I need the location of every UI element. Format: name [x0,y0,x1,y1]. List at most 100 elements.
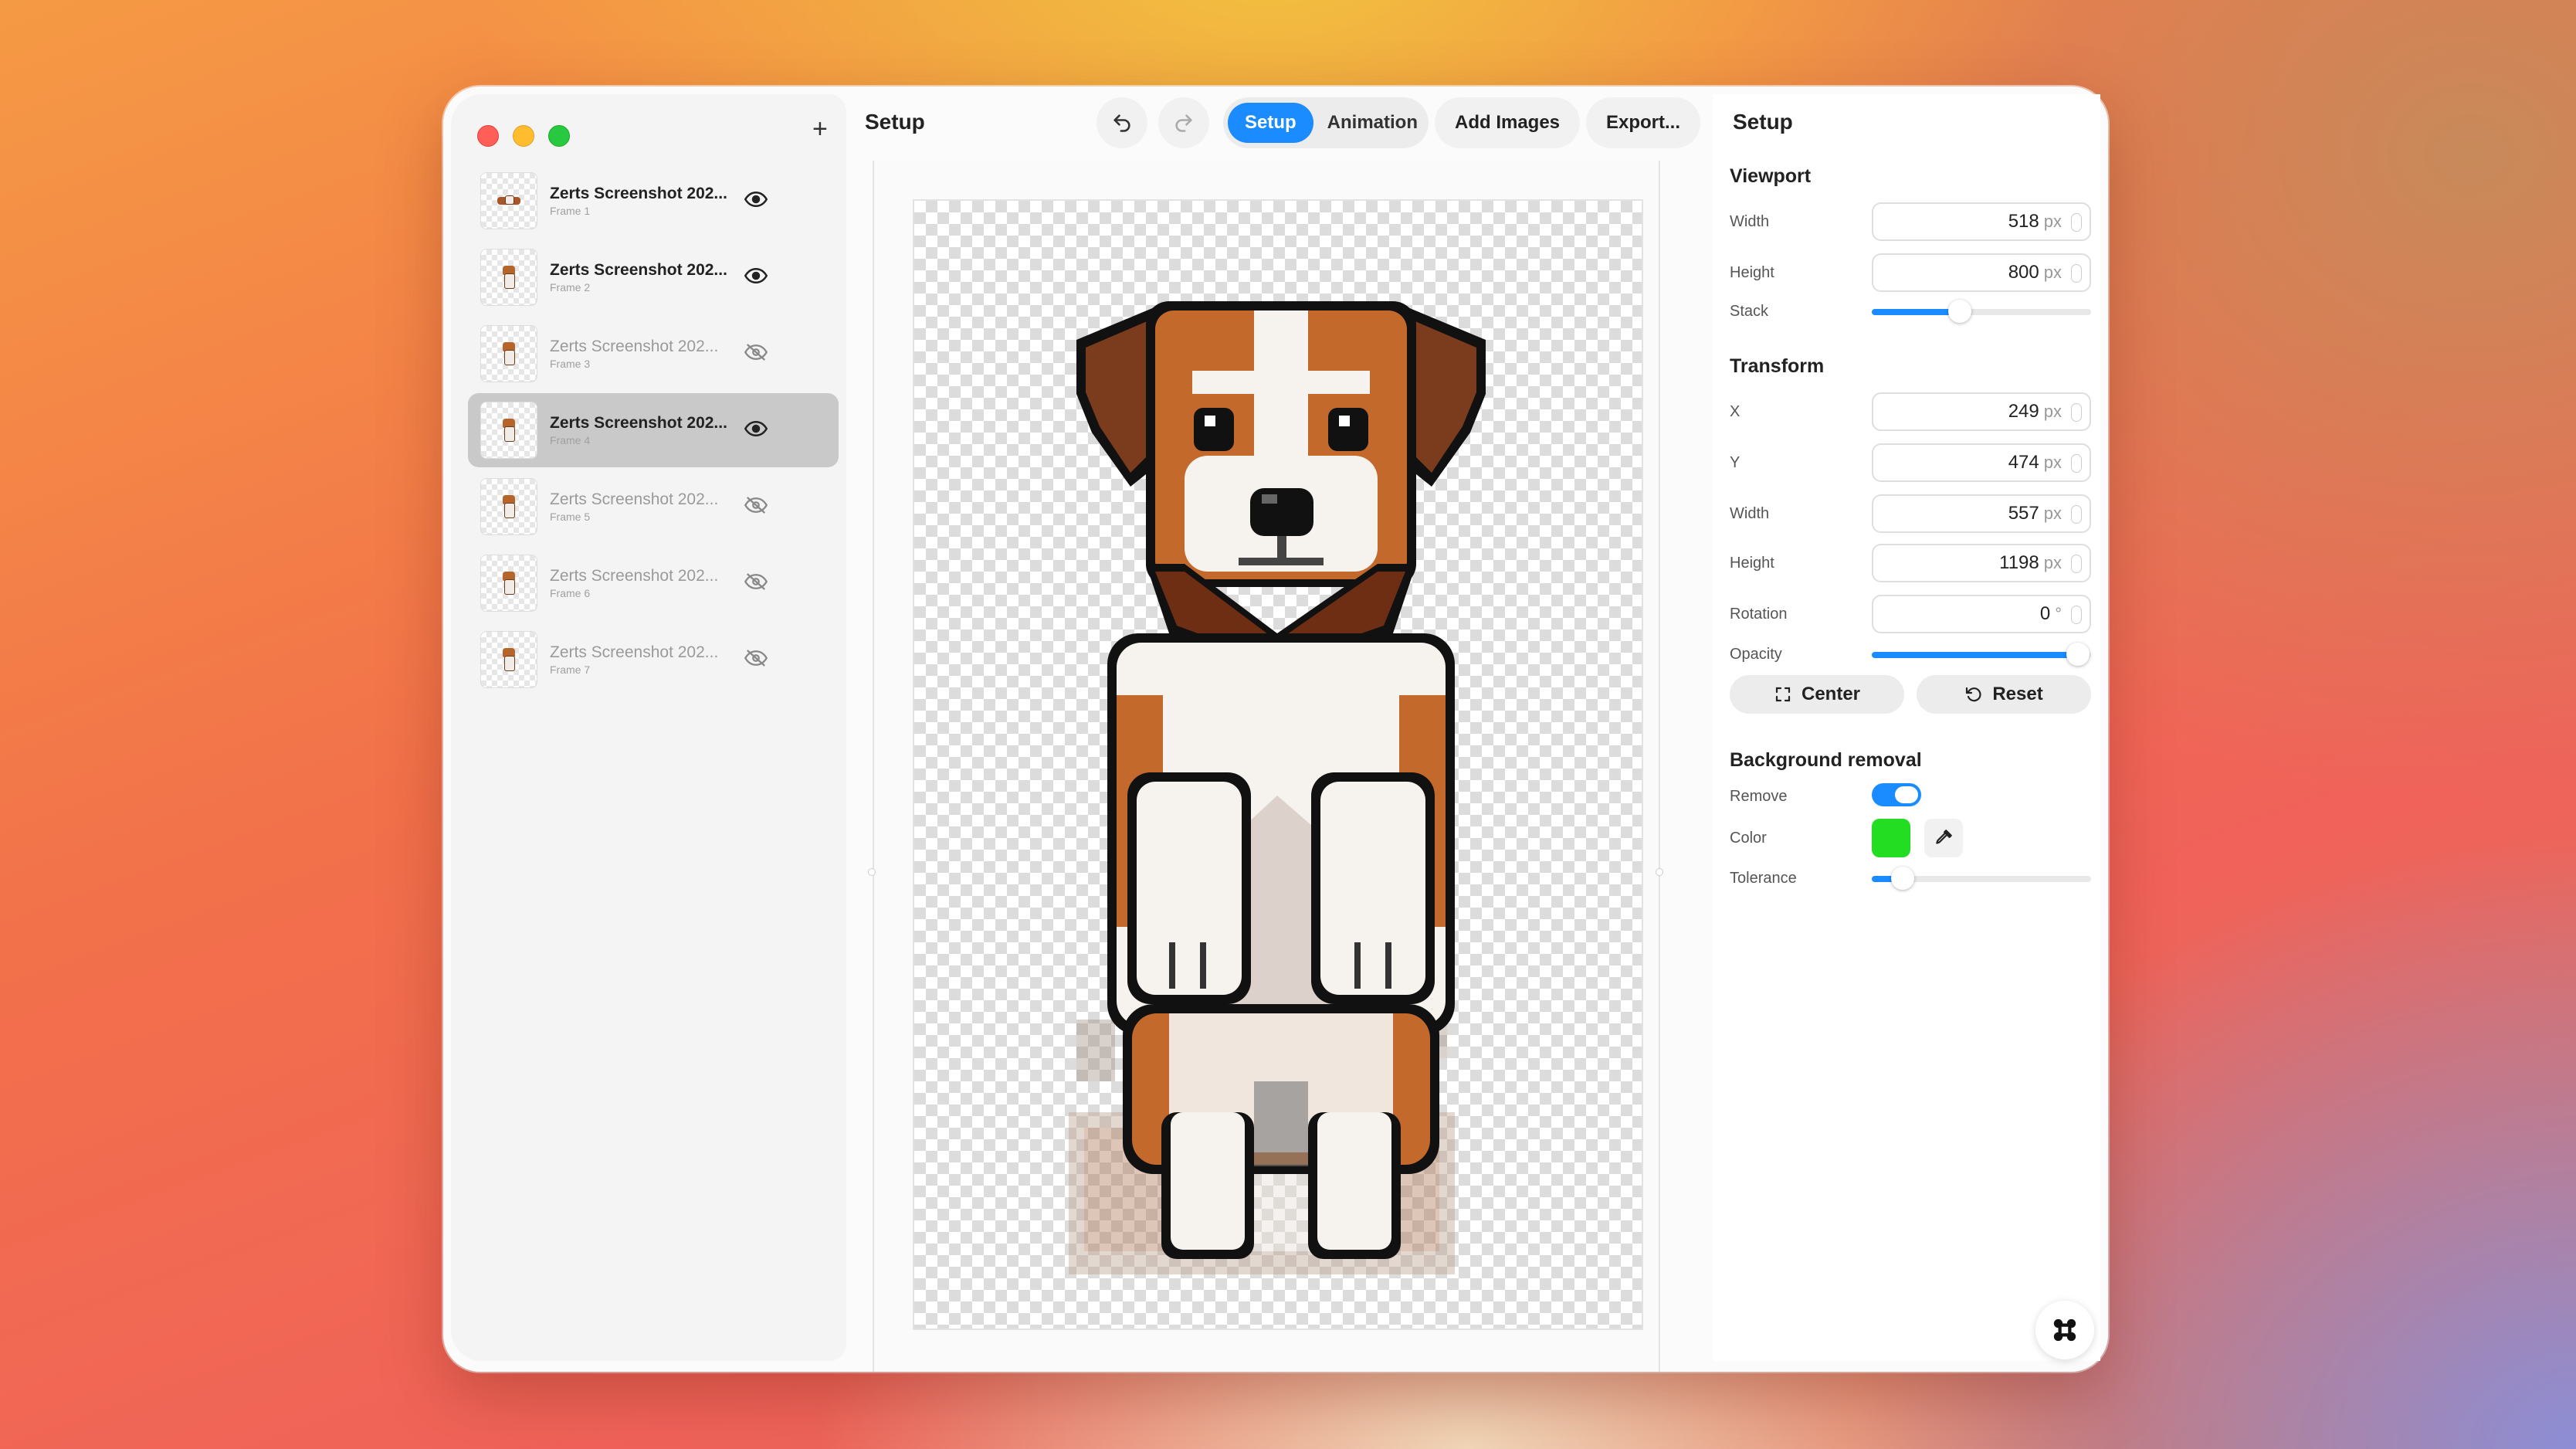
tolerance-slider[interactable] [1872,867,2091,890]
visibility-toggle[interactable] [744,496,768,514]
visibility-toggle[interactable] [744,649,768,667]
frame-item[interactable]: Zerts Screenshot 202... Frame 2 [468,240,839,314]
unit: px [2043,453,2062,472]
stepper[interactable] [2071,264,2082,283]
color-label: Color [1730,830,1767,847]
tab-animation[interactable]: Animation [1313,103,1432,143]
undo-button[interactable] [1096,97,1147,148]
rotation-input[interactable]: 0 ° [1872,595,2091,633]
x-value: 249 [2008,401,2039,422]
stepper[interactable] [2071,213,2082,232]
frame-thumbnail [480,172,537,229]
transform-width-input[interactable]: 557 px [1872,494,2091,533]
frame-item[interactable]: Zerts Screenshot 202... Frame 3 [468,317,839,391]
frame-item[interactable]: Zerts Screenshot 202... Frame 6 [468,546,839,620]
frame-thumbnail [480,325,537,382]
export-button[interactable]: Export... [1586,97,1701,148]
visibility-toggle[interactable] [744,190,768,209]
frame-subtitle: Frame 2 [550,281,591,294]
y-label: Y [1730,454,1740,471]
frame-name: Zerts Screenshot 202... [550,490,719,508]
stepper[interactable] [2071,505,2082,524]
frame-item[interactable]: Zerts Screenshot 202... Frame 1 [468,164,839,238]
transform-height-value: 1198 [1999,552,2039,573]
stack-slider[interactable] [1872,300,2091,323]
frame-text: Zerts Screenshot 202... Frame 4 [550,414,743,446]
frame-thumbnail [480,402,537,459]
x-input[interactable]: 249 px [1872,392,2091,431]
eyedropper-button[interactable] [1924,819,1963,857]
frame-item[interactable]: Zerts Screenshot 202... Frame 4 [468,393,839,467]
add-images-button[interactable]: Add Images [1435,97,1581,148]
bg-removal-heading: Background removal [1730,749,1922,771]
unit: px [2043,504,2062,523]
sidebar: + Zerts Screenshot 202... Frame 1 Zerts Sc… [451,94,846,1361]
dog-thumbnail-icon [500,648,517,671]
reset-button[interactable]: Reset [1917,675,2091,714]
stepper[interactable] [2071,555,2082,573]
color-swatch[interactable] [1872,819,1910,857]
remove-toggle[interactable] [1872,783,1921,806]
frame-item[interactable]: Zerts Screenshot 202... Frame 5 [468,470,839,544]
unit: px [2043,263,2062,282]
zoom-window-button[interactable] [548,125,570,147]
frame-thumbnail [480,249,537,306]
eye-off-icon [744,497,768,514]
command-icon [2053,1318,2076,1342]
unit: px [2043,212,2062,231]
stepper[interactable] [2071,606,2082,624]
visibility-toggle[interactable] [744,419,768,438]
frame-subtitle: Frame 6 [550,587,591,599]
frame-name: Zerts Screenshot 202... [550,185,727,202]
fullscreen-icon [1775,687,1791,702]
tab-setup[interactable]: Setup [1228,103,1313,143]
panel-title: Setup [1733,110,1793,134]
transform-width-value: 557 [2008,503,2039,524]
rotation-label: Rotation [1730,606,1788,623]
preview-canvas[interactable] [913,199,1643,1330]
close-window-button[interactable] [477,125,499,147]
undo-icon [1113,114,1130,132]
visibility-toggle[interactable] [744,343,768,361]
frame-subtitle: Frame 4 [550,434,591,446]
opacity-slider[interactable] [1872,643,2091,666]
viewport-width-input[interactable]: 518 px [1872,202,2091,241]
frame-text: Zerts Screenshot 202... Frame 7 [550,643,743,676]
dog-thumbnail-icon [500,495,517,518]
stage-right-handle[interactable] [1656,868,1663,876]
opacity-label: Opacity [1730,646,1782,663]
minimize-window-button[interactable] [513,125,534,147]
app-menu-button[interactable] [2035,1301,2094,1359]
frame-text: Zerts Screenshot 202... Frame 6 [550,567,743,599]
eye-off-icon [744,344,768,361]
x-label: X [1730,403,1740,420]
center-label: Center [1801,684,1861,704]
viewport-heading: Viewport [1730,165,1812,187]
stepper[interactable] [2071,454,2082,473]
visibility-toggle[interactable] [744,572,768,591]
viewport-height-input[interactable]: 800 px [1872,253,2091,292]
frame-name: Zerts Screenshot 202... [550,338,719,355]
tolerance-label: Tolerance [1730,870,1797,887]
frame-text: Zerts Screenshot 202... Frame 2 [550,261,743,294]
y-input[interactable]: 474 px [1872,443,2091,482]
center-button[interactable]: Center [1730,675,1904,714]
transform-heading: Transform [1730,355,1825,377]
y-value: 474 [2008,452,2039,473]
add-frame-button[interactable]: + [812,116,828,142]
frame-name: Zerts Screenshot 202... [550,643,719,661]
eye-off-icon [744,573,768,590]
visibility-toggle[interactable] [744,266,768,285]
viewport-height-label: Height [1730,264,1774,281]
frame-item[interactable]: Zerts Screenshot 202... Frame 7 [468,623,839,697]
transform-height-input[interactable]: 1198 px [1872,544,2091,582]
stage-left-handle[interactable] [868,868,876,876]
transform-height-label: Height [1730,555,1774,572]
redo-icon [1175,114,1192,132]
frame-thumbnail [480,555,537,612]
stepper[interactable] [2071,403,2082,422]
frame-name: Zerts Screenshot 202... [550,261,727,279]
mode-tabs: Setup Animation [1223,97,1429,148]
dog-thumbnail-icon [500,419,517,442]
redo-button[interactable] [1158,97,1209,148]
